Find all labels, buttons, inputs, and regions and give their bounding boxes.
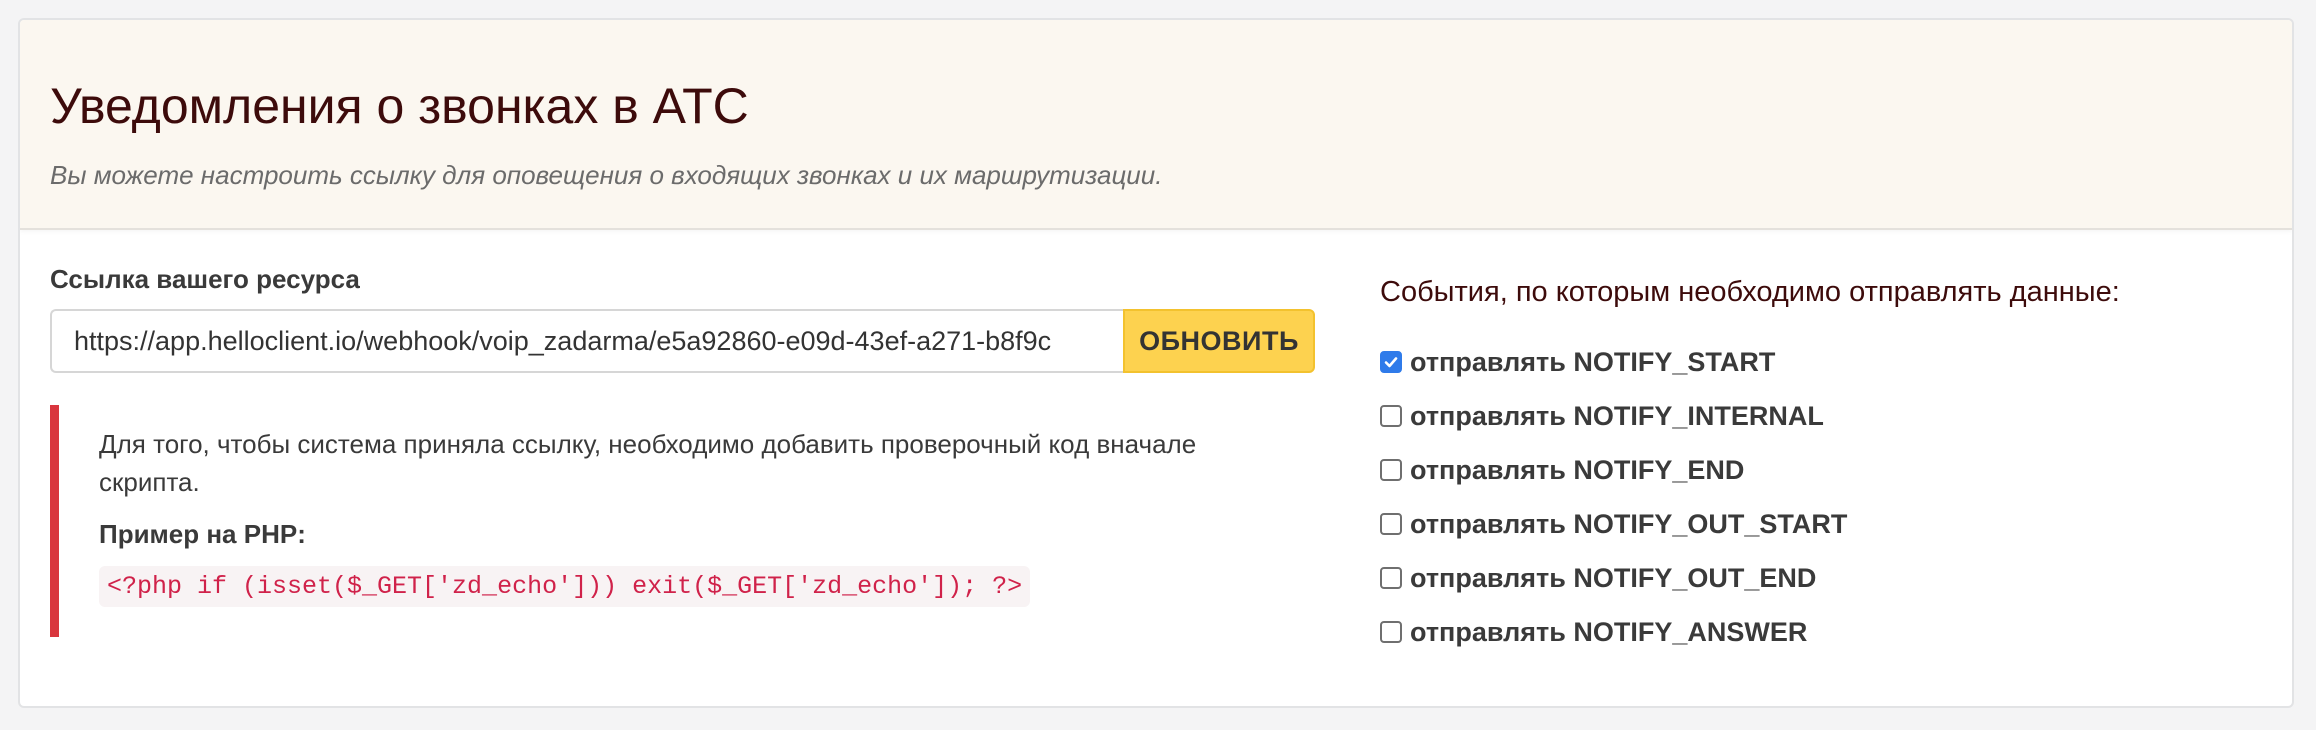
checkbox-notify-end[interactable] xyxy=(1380,459,1402,481)
event-notify-out-end[interactable]: отправлять NOTIFY_OUT_END xyxy=(1380,551,2260,605)
event-label: отправлять NOTIFY_OUT_END xyxy=(1410,562,1817,593)
page-title: Уведомления о звонках в АТС xyxy=(50,78,749,134)
verification-note-text: Для того, чтобы система приняла ссылку, … xyxy=(99,429,1197,497)
event-notify-internal[interactable]: отправлять NOTIFY_INTERNAL xyxy=(1380,389,2260,443)
checkbox-notify-start[interactable] xyxy=(1380,351,1402,373)
resource-url-label: Ссылка вашего ресурса xyxy=(50,264,360,294)
php-code-snippet: <?php if (isset($_GET['zd_echo'])) exit(… xyxy=(99,566,1031,607)
events-list: отправлять NOTIFY_START отправлять NOTIF… xyxy=(1380,335,2260,659)
update-button[interactable]: ОБНОВИТЬ xyxy=(1123,309,1315,373)
webhook-settings-card: Уведомления о звонках в АТС Вы можете на… xyxy=(18,18,2294,708)
page-subtitle: Вы можете настроить ссылку для оповещени… xyxy=(50,160,1163,190)
checkbox-notify-answer[interactable] xyxy=(1380,621,1402,643)
events-section: События, по которым необходимо отправлят… xyxy=(1380,276,2260,659)
event-label: отправлять NOTIFY_END xyxy=(1410,454,1745,485)
php-example-label: Пример на PHP: xyxy=(99,519,306,549)
events-title: События, по которым необходимо отправлят… xyxy=(1380,276,2120,308)
verification-note: Для того, чтобы система приняла ссылку, … xyxy=(50,405,1315,637)
event-notify-start[interactable]: отправлять NOTIFY_START xyxy=(1380,335,2260,389)
event-label: отправлять NOTIFY_ANSWER xyxy=(1410,616,1808,647)
checkbox-notify-out-end[interactable] xyxy=(1380,567,1402,589)
event-notify-answer[interactable]: отправлять NOTIFY_ANSWER xyxy=(1380,605,2260,659)
resource-url-input[interactable] xyxy=(50,309,1123,373)
event-label: отправлять NOTIFY_OUT_START xyxy=(1410,508,1848,539)
event-label: отправлять NOTIFY_INTERNAL xyxy=(1410,400,1824,431)
event-notify-out-start[interactable]: отправлять NOTIFY_OUT_START xyxy=(1380,497,2260,551)
checkbox-notify-out-start[interactable] xyxy=(1380,513,1402,535)
card-header: Уведомления о звонках в АТС Вы можете на… xyxy=(20,20,2292,230)
resource-section: Ссылка вашего ресурса ОБНОВИТЬ Для того,… xyxy=(50,264,1315,637)
resource-url-group: ОБНОВИТЬ xyxy=(50,309,1315,373)
card-body: Ссылка вашего ресурса ОБНОВИТЬ Для того,… xyxy=(20,230,2292,700)
event-label: отправлять NOTIFY_START xyxy=(1410,346,1776,377)
checkmark-icon xyxy=(1384,357,1398,368)
checkbox-notify-internal[interactable] xyxy=(1380,405,1402,427)
event-notify-end[interactable]: отправлять NOTIFY_END xyxy=(1380,443,2260,497)
